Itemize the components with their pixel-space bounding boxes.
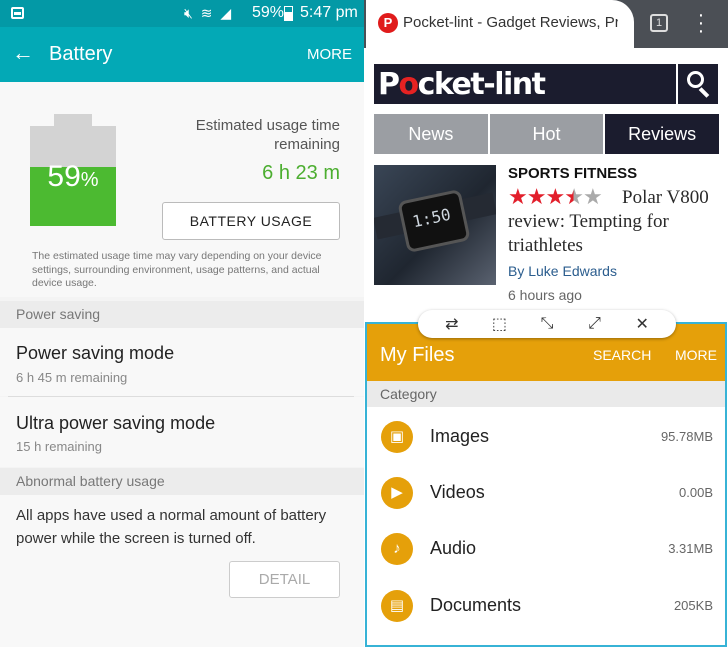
site-search-button[interactable] [678,64,718,104]
pocket-lint-favicon-icon: P [378,13,398,33]
list-item-name: Audio [430,538,477,558]
tab-title: Pocket-lint - Gadget Reviews, Pro [403,14,618,31]
article-category[interactable]: SPORTS FITNESS [508,165,637,182]
list-item[interactable]: ▶ Videos 0.00B [367,465,725,521]
music-note-icon: ♪ [381,533,413,565]
my-files-title: My Files [380,344,455,366]
article-author[interactable]: By Luke Edwards [508,263,617,279]
page-title: Battery [49,43,113,65]
list-item-size: 205KB [673,598,713,613]
status-icons: 🔇︎ ≋ ◢ [184,5,234,21]
video-icon: ▶ [381,477,413,509]
category-header: Category [367,381,725,407]
list-item-name: Images [430,426,490,446]
browser-tab[interactable]: P Pocket-lint - Gadget Reviews, Pro [366,0,634,48]
ultra-power-saving-mode-item[interactable]: Ultra power saving mode 15 h remaining [0,397,364,467]
notification-icon [11,7,24,19]
more-button[interactable]: MORE [675,347,717,363]
my-files-window: My Files SEARCH MORE Category ▣ Images 9… [365,322,727,647]
browser-and-files-pane: P Pocket-lint - Gadget Reviews, Pro 1 · ·… [364,0,728,647]
tab-reviews[interactable]: Reviews [605,114,720,154]
list-item-size: 0.00B [679,485,713,500]
abnormal-usage-text: All apps have used a normal amount of ba… [16,507,327,547]
ultra-power-saving-title: Ultra power saving mode [16,413,216,433]
pocket-lint-logo[interactable]: Pocket-lint [378,67,546,102]
tab-news[interactable]: News [374,114,488,154]
battery-usage-button[interactable]: BATTERY USAGE [162,202,340,240]
list-item-size: 95.78MB [660,429,713,444]
article-title[interactable]: Polar V800 review: Tempting for triathle… [508,186,720,258]
battery-level-text: 59% [47,160,99,193]
more-button[interactable]: MORE [307,46,352,63]
estimated-usage-value: 6 h 23 m [262,162,340,184]
battery-status-icon [284,6,293,21]
abnormal-usage-header: Abnormal battery usage [0,468,364,495]
site-logo-bar[interactable]: Pocket-lint [374,64,676,104]
list-item[interactable]: ▤ Documents 205KB [367,578,725,634]
battery-settings-pane: 🔇︎ ≋ ◢ 59% 5:47 pm ← Battery MORE 59% Es… [0,0,364,647]
list-item[interactable]: ▣ Images 95.78MB [367,409,725,465]
overflow-menu-icon[interactable]: · · · [696,5,706,41]
search-icon [687,71,704,88]
power-saving-mode-item[interactable]: Power saving mode 6 h 45 m remaining [0,328,364,396]
battery-summary-card: 59% Estimated usage time remaining 6 h 2… [0,82,364,297]
close-icon[interactable]: ✕ [631,314,653,334]
status-clock: 5:47 pm [300,4,358,21]
tab-switcher-icon[interactable]: 1 [650,14,668,32]
switch-windows-icon[interactable]: ⇄ [441,314,463,334]
list-item-name: Videos [430,482,485,502]
drag-content-icon[interactable]: ⬚ [488,314,510,334]
watch-image: 1:50 [397,188,471,254]
detail-button[interactable]: DETAIL [229,561,340,598]
estimate-disclaimer: The estimated usage time may vary depend… [32,250,322,289]
document-icon: ▤ [381,590,413,622]
site-nav-tabs: News Hot Reviews [374,114,720,154]
article-time: 6 hours ago [508,287,582,303]
list-item-name: Documents [430,595,522,615]
power-saving-mode-title: Power saving mode [16,343,175,363]
maximize-window-icon[interactable]: ⤢ [584,315,606,333]
estimated-usage-label: Estimated usage time remaining [195,117,340,153]
battery-app-bar: ← Battery MORE [0,27,364,82]
back-arrow-icon[interactable]: ← [12,40,34,66]
browser-tab-strip: P Pocket-lint - Gadget Reviews, Pro 1 · ·… [364,0,728,48]
article-thumbnail[interactable]: 1:50 [374,165,496,285]
power-saving-header: Power saving [0,301,364,328]
battery-level-graphic: 59% [30,114,116,226]
list-item-size: 3.31MB [668,541,713,556]
image-icon: ▣ [381,421,413,453]
list-item[interactable]: ♪ Audio 3.31MB [367,521,725,577]
multiwindow-toolbar: ⇄ ⬚ ⤡ ⤢ ✕ [418,310,676,338]
status-bar: 🔇︎ ≋ ◢ 59% 5:47 pm [0,0,364,27]
search-button[interactable]: SEARCH [593,347,651,363]
tab-hot[interactable]: Hot [489,114,604,154]
minimize-window-icon[interactable]: ⤡ [536,315,558,333]
ultra-power-saving-subtitle: 15 h remaining [16,439,102,454]
status-battery-percent: 59% [252,4,285,21]
power-saving-mode-subtitle: 6 h 45 m remaining [16,370,128,385]
